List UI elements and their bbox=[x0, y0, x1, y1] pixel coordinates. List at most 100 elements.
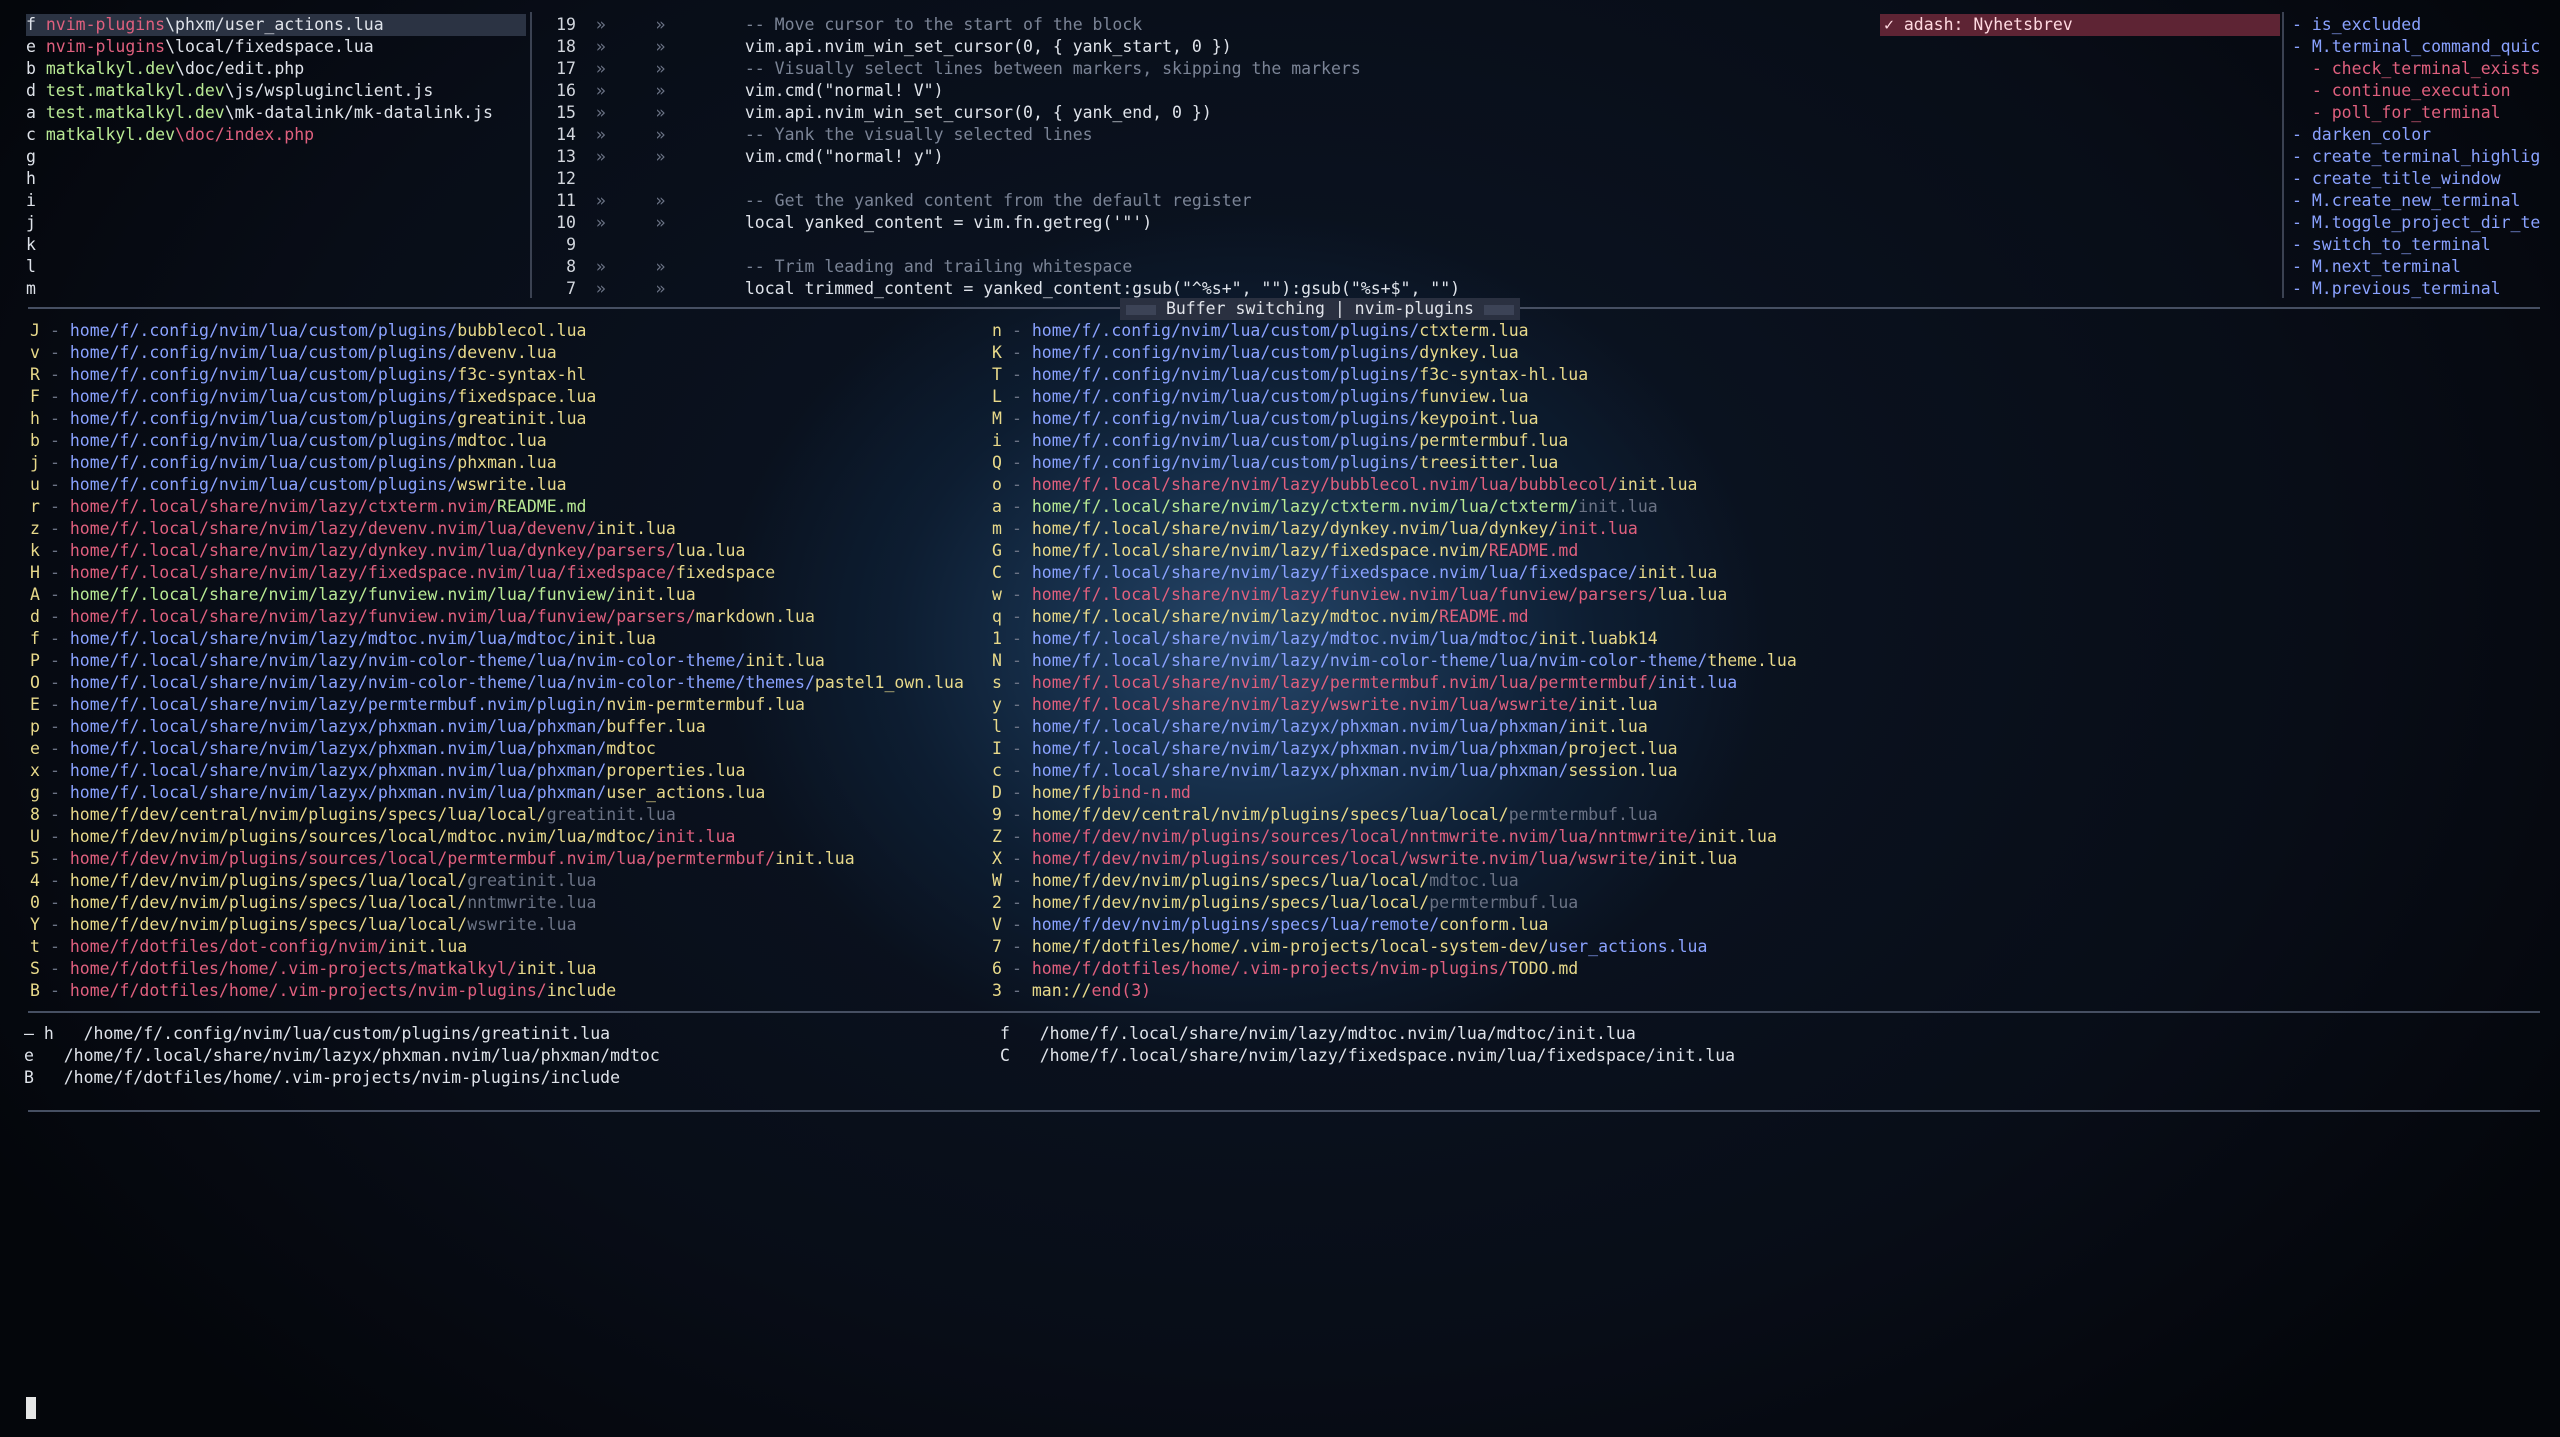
quick-buffer-item[interactable]: a test.matkalkyl.dev\mk-datalink/mk-data… bbox=[26, 102, 526, 124]
buffer-entry[interactable]: K- home/f/.config/nvim/lua/custom/plugin… bbox=[992, 342, 1519, 364]
buffer-entry[interactable]: n- home/f/.config/nvim/lua/custom/plugin… bbox=[992, 320, 1529, 342]
buffer-entry[interactable]: 8- home/f/dev/central/nvim/plugins/specs… bbox=[30, 804, 676, 826]
buffer-entry[interactable]: E- home/f/.local/share/nvim/lazy/permter… bbox=[30, 694, 805, 716]
outline-item[interactable]: - darken_color bbox=[2292, 124, 2431, 146]
buffer-key: k bbox=[30, 541, 40, 560]
buffer-entry[interactable]: c- home/f/.local/share/nvim/lazyx/phxman… bbox=[992, 760, 1678, 782]
buffer-entry[interactable]: 1- home/f/.local/share/nvim/lazy/mdtoc.n… bbox=[992, 628, 1658, 650]
buffer-entry[interactable]: z- home/f/.local/share/nvim/lazy/devenv.… bbox=[30, 518, 676, 540]
quick-buffer-item[interactable]: i bbox=[26, 190, 526, 212]
buffer-entry[interactable]: B- home/f/dotfiles/home/.vim-projects/nv… bbox=[30, 980, 616, 1002]
buffer-entry[interactable]: w- home/f/.local/share/nvim/lazy/funview… bbox=[992, 584, 1727, 606]
outline-item[interactable]: - create_terminal_highlig bbox=[2292, 146, 2540, 168]
buffer-entry[interactable]: i- home/f/.config/nvim/lua/custom/plugin… bbox=[992, 430, 1568, 452]
buffer-entry[interactable]: T- home/f/.config/nvim/lua/custom/plugin… bbox=[992, 364, 1588, 386]
outline-item[interactable]: - M.create_new_terminal bbox=[2292, 190, 2520, 212]
buffer-entry[interactable]: 2- home/f/dev/nvim/plugins/specs/lua/loc… bbox=[992, 892, 1578, 914]
quick-buffer-item[interactable]: b matkalkyl.dev\doc/edit.php bbox=[26, 58, 526, 80]
outline-item[interactable]: - M.toggle_project_dir_te bbox=[2292, 212, 2540, 234]
buffer-entry[interactable]: G- home/f/.local/share/nvim/lazy/fixedsp… bbox=[992, 540, 1578, 562]
buffer-entry[interactable]: N- home/f/.local/share/nvim/lazy/nvim-co… bbox=[992, 650, 1797, 672]
quick-buffer-item[interactable]: f nvim-plugins\phxm/user_actions.lua bbox=[26, 14, 526, 36]
line-number: 9 bbox=[566, 235, 576, 254]
buffer-entry[interactable]: a- home/f/.local/share/nvim/lazy/ctxterm… bbox=[992, 496, 1658, 518]
outline-item[interactable]: - M.terminal_command_quic bbox=[2292, 36, 2540, 58]
buffer-entry[interactable]: y- home/f/.local/share/nvim/lazy/wswrite… bbox=[992, 694, 1658, 716]
buffer-key: s bbox=[992, 673, 1002, 692]
buffer-entry[interactable]: e- home/f/.local/share/nvim/lazyx/phxman… bbox=[30, 738, 656, 760]
buffer-entry[interactable]: C- home/f/.local/share/nvim/lazy/fixedsp… bbox=[992, 562, 1717, 584]
buffer-entry[interactable]: s- home/f/.local/share/nvim/lazy/permter… bbox=[992, 672, 1737, 694]
mark-entry[interactable]: — h /home/f/.config/nvim/lua/custom/plug… bbox=[24, 1023, 610, 1045]
buffer-entry[interactable]: O- home/f/.local/share/nvim/lazy/nvim-co… bbox=[30, 672, 964, 694]
buffer-entry[interactable]: p- home/f/.local/share/nvim/lazyx/phxman… bbox=[30, 716, 706, 738]
quick-buffer-item[interactable]: j bbox=[26, 212, 526, 234]
buffer-entry[interactable]: F- home/f/.config/nvim/lua/custom/plugin… bbox=[30, 386, 596, 408]
buffer-entry[interactable]: S- home/f/dotfiles/home/.vim-projects/ma… bbox=[30, 958, 596, 980]
buffer-entry[interactable]: P- home/f/.local/share/nvim/lazy/nvim-co… bbox=[30, 650, 825, 672]
quick-buffer-item[interactable]: c matkalkyl.dev\doc/index.php bbox=[26, 124, 526, 146]
buffer-entry[interactable]: U- home/f/dev/nvim/plugins/sources/local… bbox=[30, 826, 735, 848]
quick-buffer-item[interactable]: k bbox=[26, 234, 526, 256]
mark-entry[interactable]: f /home/f/.local/share/nvim/lazy/mdtoc.n… bbox=[1000, 1023, 1636, 1045]
buffer-entry[interactable]: D- home/f/bind-n.md bbox=[992, 782, 1191, 804]
outline-item[interactable]: - M.next_terminal bbox=[2292, 256, 2461, 278]
buffer-entry[interactable]: X- home/f/dev/nvim/plugins/sources/local… bbox=[992, 848, 1737, 870]
buffer-entry[interactable]: M- home/f/.config/nvim/lua/custom/plugin… bbox=[992, 408, 1539, 430]
quick-buffer-item[interactable]: l bbox=[26, 256, 526, 278]
buffer-path: home/f/.config/nvim/lua/custom/plugins/ bbox=[69, 387, 458, 406]
buffer-entry[interactable]: 9- home/f/dev/central/nvim/plugins/specs… bbox=[992, 804, 1658, 826]
mark-entry[interactable]: C /home/f/.local/share/nvim/lazy/fixedsp… bbox=[1000, 1045, 1735, 1067]
buffer-entry[interactable]: v- home/f/.config/nvim/lua/custom/plugin… bbox=[30, 342, 557, 364]
outline-item[interactable]: - create_title_window bbox=[2292, 168, 2501, 190]
buffer-entry[interactable]: W- home/f/dev/nvim/plugins/specs/lua/loc… bbox=[992, 870, 1519, 892]
mark-entry[interactable]: e /home/f/.local/share/nvim/lazyx/phxman… bbox=[24, 1045, 660, 1067]
buffer-entry[interactable]: R- home/f/.config/nvim/lua/custom/plugin… bbox=[30, 364, 586, 386]
buffer-entry[interactable]: A- home/f/.local/share/nvim/lazy/funview… bbox=[30, 584, 696, 606]
separator-line bbox=[28, 307, 1120, 309]
buffer-entry[interactable]: H- home/f/.local/share/nvim/lazy/fixedsp… bbox=[30, 562, 775, 584]
buffer-entry[interactable]: 4- home/f/dev/nvim/plugins/specs/lua/loc… bbox=[30, 870, 596, 892]
quick-buffer-item[interactable]: g bbox=[26, 146, 526, 168]
buffer-entry[interactable]: I- home/f/.local/share/nvim/lazyx/phxman… bbox=[992, 738, 1678, 760]
buffer-entry[interactable]: u- home/f/.config/nvim/lua/custom/plugin… bbox=[30, 474, 567, 496]
outline-item[interactable]: - poll_for_terminal bbox=[2292, 102, 2501, 124]
buffer-entry[interactable]: q- home/f/.local/share/nvim/lazy/mdtoc.n… bbox=[992, 606, 1529, 628]
buffer-entry[interactable]: l- home/f/.local/share/nvim/lazyx/phxman… bbox=[992, 716, 1648, 738]
buffer-entry[interactable]: b- home/f/.config/nvim/lua/custom/plugin… bbox=[30, 430, 547, 452]
buffer-entry[interactable]: J- home/f/.config/nvim/lua/custom/plugin… bbox=[30, 320, 586, 342]
buffer-entry[interactable]: V- home/f/dev/nvim/plugins/specs/lua/rem… bbox=[992, 914, 1548, 936]
buffer-entry[interactable]: 6- home/f/dotfiles/home/.vim-projects/nv… bbox=[992, 958, 1578, 980]
buffer-entry[interactable]: Y- home/f/dev/nvim/plugins/specs/lua/loc… bbox=[30, 914, 577, 936]
buffer-entry[interactable]: x- home/f/.local/share/nvim/lazyx/phxman… bbox=[30, 760, 745, 782]
outline-item[interactable]: - switch_to_terminal bbox=[2292, 234, 2491, 256]
buffer-entry[interactable]: m- home/f/.local/share/nvim/lazy/dynkey.… bbox=[992, 518, 1638, 540]
buffer-entry[interactable]: t- home/f/dotfiles/dot-config/nvim/init.… bbox=[30, 936, 467, 958]
buffer-entry[interactable]: 7- home/f/dotfiles/home/.vim-projects/lo… bbox=[992, 936, 1707, 958]
quick-buffer-item[interactable]: e nvim-plugins\local/fixedspace.lua bbox=[26, 36, 526, 58]
buffer-entry[interactable]: d- home/f/.local/share/nvim/lazy/funview… bbox=[30, 606, 815, 628]
buffer-entry[interactable]: r- home/f/.local/share/nvim/lazy/ctxterm… bbox=[30, 496, 586, 518]
quick-buffer-item[interactable]: d test.matkalkyl.dev\js/wspluginclient.j… bbox=[26, 80, 526, 102]
buffer-entry[interactable]: L- home/f/.config/nvim/lua/custom/plugin… bbox=[992, 386, 1529, 408]
buffer-entry[interactable]: h- home/f/.config/nvim/lua/custom/plugin… bbox=[30, 408, 586, 430]
mark-entry[interactable]: B /home/f/dotfiles/home/.vim-projects/nv… bbox=[24, 1067, 620, 1089]
outline-item[interactable]: - M.previous_terminal bbox=[2292, 278, 2501, 300]
buffer-entry[interactable]: Z- home/f/dev/nvim/plugins/sources/local… bbox=[992, 826, 1777, 848]
buffer-entry[interactable]: o- home/f/.local/share/nvim/lazy/bubblec… bbox=[992, 474, 1697, 496]
buffer-entry[interactable]: Q- home/f/.config/nvim/lua/custom/plugin… bbox=[992, 452, 1558, 474]
buffer-entry[interactable]: j- home/f/.config/nvim/lua/custom/plugin… bbox=[30, 452, 557, 474]
command-line-cursor[interactable] bbox=[26, 1397, 36, 1419]
outline-item[interactable]: - is_excluded bbox=[2292, 14, 2421, 36]
buffer-entry[interactable]: g- home/f/.local/share/nvim/lazyx/phxman… bbox=[30, 782, 765, 804]
outline-item[interactable]: - continue_execution bbox=[2292, 80, 2511, 102]
line-number: 17 bbox=[556, 59, 576, 78]
buffer-entry[interactable]: k- home/f/.local/share/nvim/lazy/dynkey.… bbox=[30, 540, 745, 562]
outline-item[interactable]: - check_terminal_exists bbox=[2292, 58, 2541, 80]
buffer-entry[interactable]: f- home/f/.local/share/nvim/lazy/mdtoc.n… bbox=[30, 628, 656, 650]
buffer-entry[interactable]: 3- man://end(3) bbox=[992, 980, 1151, 1002]
buffer-entry[interactable]: 0- home/f/dev/nvim/plugins/specs/lua/loc… bbox=[30, 892, 596, 914]
buffer-entry[interactable]: 5- home/f/dev/nvim/plugins/sources/local… bbox=[30, 848, 855, 870]
quick-buffer-item[interactable]: h bbox=[26, 168, 526, 190]
quick-buffer-item[interactable]: m bbox=[26, 278, 526, 300]
